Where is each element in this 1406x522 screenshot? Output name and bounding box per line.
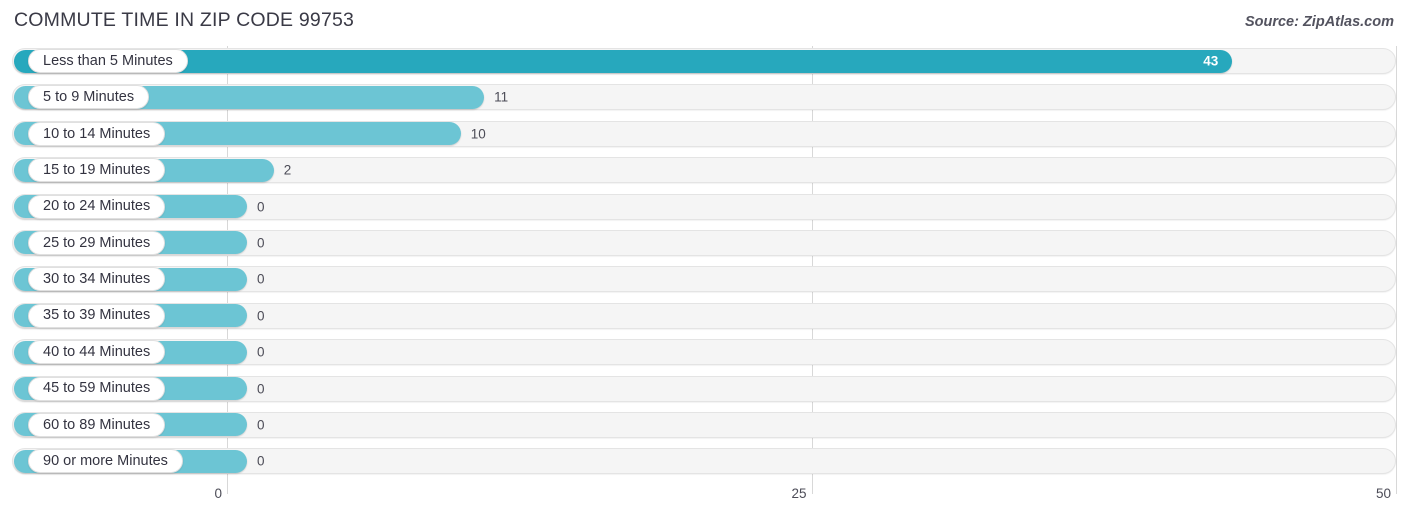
bar-value-label: 0 bbox=[257, 453, 265, 469]
bar-row[interactable]: 43 Less than 5 Minutes bbox=[0, 46, 1406, 76]
bar-row[interactable]: 10 10 to 14 Minutes bbox=[0, 119, 1406, 149]
axis-tick-label: 0 bbox=[214, 486, 222, 501]
category-label: Less than 5 Minutes bbox=[43, 52, 173, 69]
bar-value-label: 11 bbox=[494, 89, 509, 105]
category-label: 35 to 39 Minutes bbox=[43, 307, 151, 324]
category-label-pill[interactable]: 10 to 14 Minutes bbox=[28, 121, 166, 146]
page-title: COMMUTE TIME IN ZIP CODE 99753 bbox=[14, 9, 355, 31]
bar-row[interactable]: 0 20 to 24 Minutes bbox=[0, 192, 1406, 222]
category-label: 20 to 24 Minutes bbox=[43, 198, 151, 215]
axis-tick-label: 25 bbox=[791, 486, 807, 501]
category-label-pill[interactable]: 5 to 9 Minutes bbox=[28, 85, 150, 110]
category-label: 40 to 44 Minutes bbox=[43, 343, 151, 360]
bar-row[interactable]: 0 45 to 59 Minutes bbox=[0, 374, 1406, 404]
category-label: 30 to 34 Minutes bbox=[43, 271, 151, 288]
bar-rows: 43 Less than 5 Minutes 11 5 to 9 Minutes 10 1… bbox=[0, 46, 1406, 483]
bar-value-label: 0 bbox=[257, 235, 265, 251]
bar-value-label: 0 bbox=[257, 381, 265, 397]
category-label-pill[interactable]: 40 to 44 Minutes bbox=[28, 340, 166, 365]
category-label: 90 or more Minutes bbox=[43, 453, 168, 470]
bar-value-label: 0 bbox=[257, 271, 265, 287]
bar-value-label: 0 bbox=[257, 308, 265, 324]
bar-row[interactable]: 0 35 to 39 Minutes bbox=[0, 301, 1406, 331]
bar-row[interactable]: 0 60 to 89 Minutes bbox=[0, 410, 1406, 440]
category-label-pill[interactable]: 20 to 24 Minutes bbox=[28, 194, 166, 219]
category-label: 5 to 9 Minutes bbox=[43, 89, 135, 106]
bar-value-label: 0 bbox=[257, 344, 265, 360]
bar-row[interactable]: 0 90 or more Minutes bbox=[0, 446, 1406, 476]
bar-value-label: 0 bbox=[257, 417, 265, 433]
category-label-pill[interactable]: 30 to 34 Minutes bbox=[28, 267, 166, 292]
bar-value-label: 43 bbox=[1203, 53, 1219, 69]
bar-row[interactable]: 11 5 to 9 Minutes bbox=[0, 82, 1406, 112]
category-label-pill[interactable]: 35 to 39 Minutes bbox=[28, 303, 166, 328]
bar-row[interactable]: 0 25 to 29 Minutes bbox=[0, 228, 1406, 258]
category-label: 15 to 19 Minutes bbox=[43, 161, 151, 178]
plot-area: 43 Less than 5 Minutes 11 5 to 9 Minutes 10 1… bbox=[0, 46, 1406, 494]
x-axis: 0 25 50 bbox=[0, 486, 1406, 522]
bar-row[interactable]: 0 40 to 44 Minutes bbox=[0, 337, 1406, 367]
bar-value-label: 0 bbox=[257, 199, 265, 215]
category-label: 25 to 29 Minutes bbox=[43, 234, 151, 251]
category-label: 10 to 14 Minutes bbox=[43, 125, 151, 142]
category-label: 60 to 89 Minutes bbox=[43, 416, 151, 433]
chart-page: COMMUTE TIME IN ZIP CODE 99753 Source: Z… bbox=[0, 0, 1406, 522]
bar-value-label: 2 bbox=[283, 162, 292, 178]
source-attribution: Source: ZipAtlas.com bbox=[1244, 14, 1394, 30]
bar-row[interactable]: 2 15 to 19 Minutes bbox=[0, 155, 1406, 185]
category-label-pill[interactable]: 15 to 19 Minutes bbox=[28, 158, 166, 183]
axis-tick-label: 50 bbox=[1375, 486, 1391, 501]
category-label-pill[interactable]: 60 to 89 Minutes bbox=[28, 412, 166, 437]
category-label-pill[interactable]: 45 to 59 Minutes bbox=[28, 376, 166, 401]
bar[interactable]: 43 bbox=[14, 49, 1233, 73]
category-label-pill[interactable]: Less than 5 Minutes bbox=[28, 49, 188, 73]
category-label: 45 to 59 Minutes bbox=[43, 380, 151, 397]
bar-row[interactable]: 0 30 to 34 Minutes bbox=[0, 264, 1406, 294]
category-label-pill[interactable]: 25 to 29 Minutes bbox=[28, 230, 166, 255]
bar-value-label: 10 bbox=[470, 126, 486, 142]
category-label-pill[interactable]: 90 or more Minutes bbox=[28, 449, 183, 474]
